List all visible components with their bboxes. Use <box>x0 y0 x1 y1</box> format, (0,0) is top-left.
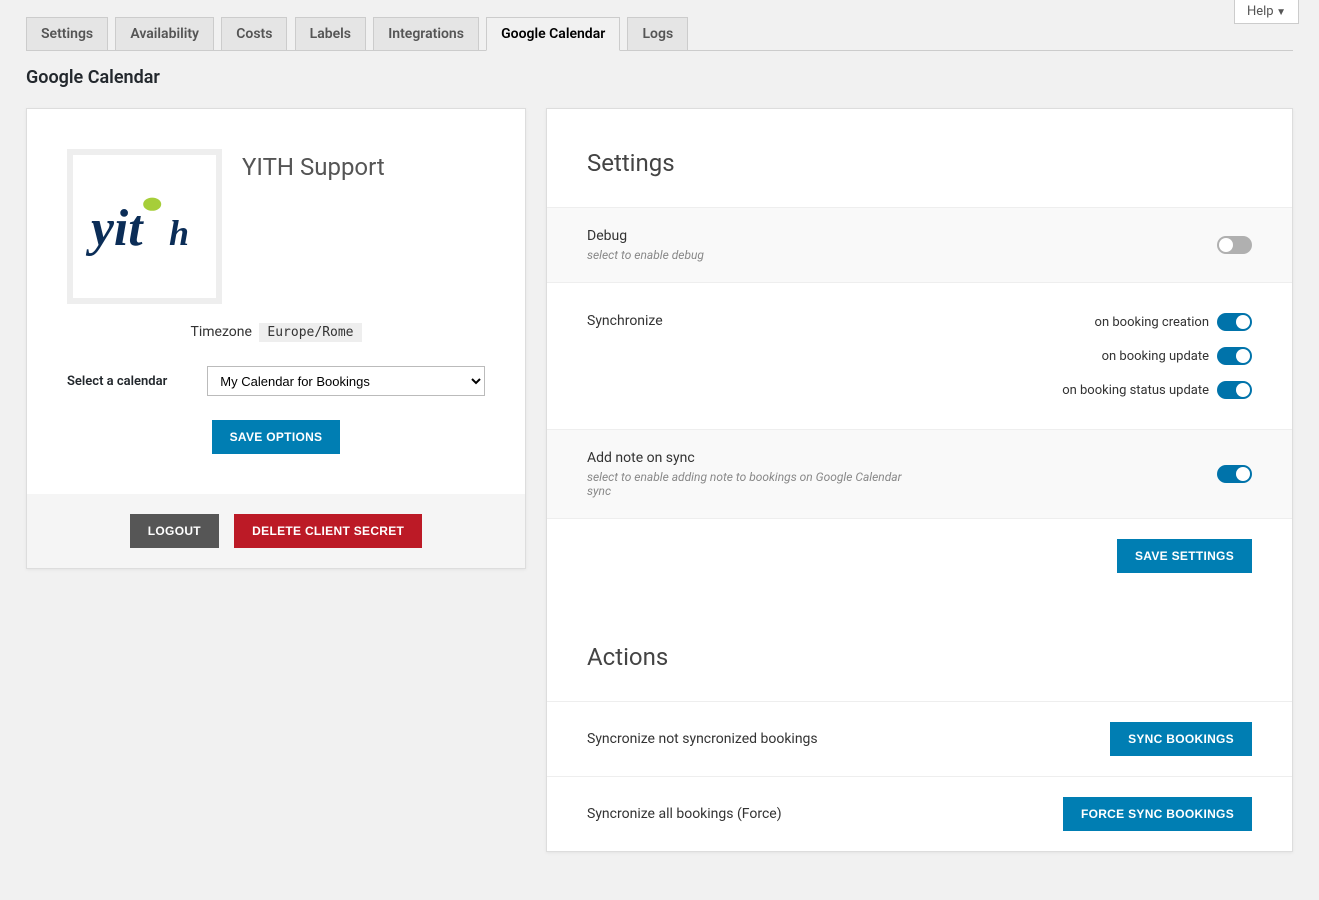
force-sync-row: Syncronize all bookings (Force) Force Sy… <box>547 776 1292 851</box>
sync-update-toggle[interactable] <box>1217 347 1252 365</box>
sync-bookings-button[interactable]: Sync Bookings <box>1110 722 1252 756</box>
account-card: yit h YITH Support Timezone Europe/Rome … <box>26 108 526 569</box>
sync-creation-label: on booking creation <box>1095 315 1209 330</box>
select-calendar-label: Select a calendar <box>67 374 167 389</box>
calendar-select[interactable]: My Calendar for Bookings <box>207 366 485 396</box>
tab-bar: Settings Availability Costs Labels Integ… <box>26 0 1293 51</box>
sync-status-label: on booking status update <box>1062 383 1209 398</box>
svg-text:yit: yit <box>85 200 144 257</box>
yith-logo-icon: yit h <box>85 182 205 272</box>
save-options-button[interactable]: Save Options <box>212 420 341 454</box>
timezone-value: Europe/Rome <box>259 323 361 342</box>
debug-row: Debug select to enable debug <box>547 207 1292 282</box>
settings-header: Settings <box>547 109 1292 207</box>
svg-text:h: h <box>169 213 189 253</box>
actions-header: Actions <box>547 603 1292 701</box>
tab-integrations[interactable]: Integrations <box>373 17 479 50</box>
add-note-desc: select to enable adding note to bookings… <box>587 470 907 498</box>
sync-update-label: on booking update <box>1102 349 1209 364</box>
page-title: Google Calendar <box>26 67 1293 88</box>
tab-availability[interactable]: Availability <box>115 17 214 50</box>
debug-toggle[interactable] <box>1217 236 1252 254</box>
add-note-row: Add note on sync select to enable adding… <box>547 429 1292 518</box>
sync-not-synced-label: Syncronize not syncronized bookings <box>587 731 818 747</box>
tab-settings[interactable]: Settings <box>26 17 108 50</box>
tab-labels[interactable]: Labels <box>295 17 366 50</box>
account-logo: yit h <box>67 149 222 304</box>
settings-card: Settings Debug select to enable debug Sy… <box>546 108 1293 852</box>
account-name: YITH Support <box>242 149 385 181</box>
debug-label: Debug <box>587 228 907 244</box>
debug-desc: select to enable debug <box>587 248 907 262</box>
tab-logs[interactable]: Logs <box>627 17 688 50</box>
timezone-label: Timezone <box>190 324 251 340</box>
force-sync-bookings-button[interactable]: Force Sync Bookings <box>1063 797 1252 831</box>
tab-costs[interactable]: Costs <box>221 17 287 50</box>
add-note-label: Add note on sync <box>587 450 907 466</box>
help-dropdown[interactable]: Help <box>1234 0 1299 24</box>
save-settings-button[interactable]: Save Settings <box>1117 539 1252 573</box>
logout-button[interactable]: Logout <box>130 514 219 548</box>
sync-status-toggle[interactable] <box>1217 381 1252 399</box>
add-note-toggle[interactable] <box>1217 465 1252 483</box>
sync-not-synced-row: Syncronize not syncronized bookings Sync… <box>547 701 1292 776</box>
force-sync-label: Syncronize all bookings (Force) <box>587 806 782 822</box>
sync-creation-toggle[interactable] <box>1217 313 1252 331</box>
synchronize-label: Synchronize <box>587 313 907 329</box>
delete-client-secret-button[interactable]: Delete Client Secret <box>234 514 422 548</box>
synchronize-row: Synchronize on booking creation on booki… <box>547 282 1292 429</box>
tab-google-calendar[interactable]: Google Calendar <box>486 17 620 51</box>
